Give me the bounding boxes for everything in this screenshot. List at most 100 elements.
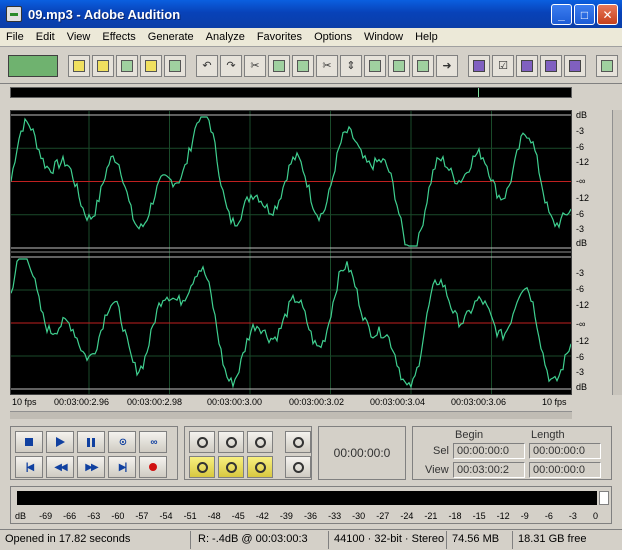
paste-button[interactable] bbox=[292, 54, 314, 77]
db-label: dB bbox=[576, 382, 588, 392]
loop-button[interactable]: ∞ bbox=[139, 431, 167, 453]
horizontal-scrollbar[interactable] bbox=[10, 411, 572, 419]
trim-icon: ⇕ bbox=[346, 60, 356, 72]
menu-bar: File Edit View Effects Generate Analyze … bbox=[0, 28, 622, 47]
open-file-button[interactable] bbox=[92, 54, 114, 77]
menu-file[interactable]: File bbox=[0, 31, 30, 43]
trim-button[interactable]: ⇕ bbox=[340, 54, 362, 77]
undo-button[interactable]: ↶ bbox=[196, 54, 218, 77]
waveform-svg bbox=[11, 111, 571, 394]
view-length-field[interactable]: 00:00:00:0 bbox=[529, 462, 601, 478]
redo-button[interactable]: ↷ bbox=[220, 54, 242, 77]
zoom-in-button[interactable] bbox=[189, 431, 215, 453]
save-selection-button[interactable] bbox=[164, 54, 186, 77]
convert-button[interactable]: ➜ bbox=[436, 54, 458, 77]
menu-favorites[interactable]: Favorites bbox=[251, 31, 308, 43]
zoom-out-vertical-button[interactable] bbox=[285, 456, 311, 478]
envelope-button[interactable] bbox=[468, 54, 490, 77]
zoom-left-button[interactable] bbox=[218, 456, 244, 478]
menu-view[interactable]: View bbox=[61, 31, 97, 43]
cut-button[interactable]: ✂ bbox=[316, 54, 338, 77]
save-button[interactable] bbox=[116, 54, 138, 77]
zoom-right-button[interactable] bbox=[247, 456, 273, 478]
title-bar: 09.mp3 - Adobe Audition _ □ ✕ bbox=[0, 0, 622, 28]
mix-paste-button[interactable] bbox=[364, 54, 386, 77]
clip-indicator[interactable] bbox=[599, 491, 609, 505]
loop-icon: ∞ bbox=[150, 436, 157, 448]
db-label: -3 bbox=[576, 367, 585, 377]
go-to-end-icon: ▶| bbox=[118, 461, 127, 473]
meter-scale: dB -69 -66 -63 -60 -57 -54 -51 -48 -45 -42 -39 -36 -3… bbox=[11, 509, 613, 523]
snap-button[interactable] bbox=[412, 54, 434, 77]
view-label: View bbox=[425, 464, 449, 476]
overview-bar[interactable] bbox=[10, 87, 572, 98]
multitrack-toggle-button[interactable] bbox=[8, 54, 58, 77]
menu-analyze[interactable]: Analyze bbox=[200, 31, 251, 43]
meter-scale-label: -42 bbox=[255, 511, 269, 521]
begin-header: Begin bbox=[455, 429, 484, 441]
repeat-button[interactable]: ✂ bbox=[244, 54, 266, 77]
menu-help[interactable]: Help bbox=[409, 31, 444, 43]
zoom-in-vertical-icon bbox=[292, 436, 304, 448]
zoom-selection-button[interactable] bbox=[189, 456, 215, 478]
zoom-right-icon bbox=[254, 461, 266, 473]
view-begin-field[interactable]: 00:03:00:2 bbox=[453, 462, 525, 478]
menu-edit[interactable]: Edit bbox=[30, 31, 61, 43]
go-to-start-button[interactable]: |◀ bbox=[15, 456, 43, 478]
play-icon bbox=[55, 437, 65, 447]
play-to-end-button[interactable]: ⊙ bbox=[108, 431, 136, 453]
zoom-in-vertical-button[interactable] bbox=[285, 431, 311, 453]
time-ruler: 10 fps 00:03:00:2.96 00:03:00:2.98 00:03… bbox=[10, 396, 572, 410]
fast-forward-button[interactable]: ▶▶ bbox=[77, 456, 105, 478]
window-title: 09.mp3 - Adobe Audition bbox=[28, 6, 181, 22]
minimize-button[interactable]: _ bbox=[551, 4, 572, 25]
meter-scale-label: -54 bbox=[159, 511, 173, 521]
app-icon[interactable] bbox=[6, 6, 22, 22]
convert-icon: ➜ bbox=[442, 60, 452, 72]
panels-icon bbox=[569, 59, 581, 72]
grid-view-button[interactable] bbox=[516, 54, 538, 77]
folder-icon bbox=[97, 59, 109, 72]
window-button[interactable] bbox=[596, 54, 618, 77]
rewind-button[interactable]: ◀◀ bbox=[46, 456, 74, 478]
level-meter-bar bbox=[17, 491, 597, 505]
maximize-button[interactable]: □ bbox=[574, 4, 595, 25]
meter-scale-label: -69 bbox=[39, 511, 53, 521]
pause-button[interactable] bbox=[77, 431, 105, 453]
meter-scale-label: -60 bbox=[111, 511, 125, 521]
waveform-display[interactable] bbox=[10, 110, 572, 395]
meter-scale-label: -33 bbox=[328, 511, 342, 521]
go-to-end-button[interactable]: ▶| bbox=[108, 456, 136, 478]
menu-window[interactable]: Window bbox=[358, 31, 409, 43]
db-label: -∞ bbox=[576, 176, 586, 186]
vertical-scrollbar[interactable] bbox=[612, 110, 622, 395]
time-display: 00:00:00:0 bbox=[318, 426, 406, 480]
new-file-button[interactable] bbox=[68, 54, 90, 77]
zoom-controls bbox=[184, 426, 312, 480]
checkbox-tool-button[interactable]: ☑ bbox=[492, 54, 514, 77]
window-icon bbox=[601, 59, 613, 72]
record-button[interactable] bbox=[139, 456, 167, 478]
save-as-button[interactable] bbox=[140, 54, 162, 77]
db-label: -6 bbox=[576, 142, 585, 152]
close-button[interactable]: ✕ bbox=[597, 4, 618, 25]
menu-generate[interactable]: Generate bbox=[142, 31, 200, 43]
spectral-view-button[interactable] bbox=[540, 54, 562, 77]
selection-view-panel: Begin Length Sel View 00:00:00:0 00:00:0… bbox=[412, 426, 612, 480]
panels-button[interactable] bbox=[564, 54, 586, 77]
sel-begin-field[interactable]: 00:00:00:0 bbox=[453, 443, 525, 459]
meter-scale-label: -12 bbox=[496, 511, 510, 521]
status-format: 44100 · 32-bit · Stereo bbox=[334, 533, 445, 545]
copy-button[interactable] bbox=[268, 54, 290, 77]
play-button[interactable] bbox=[46, 431, 74, 453]
zoom-full-icon bbox=[254, 436, 266, 448]
menu-effects[interactable]: Effects bbox=[96, 31, 141, 43]
rewind-icon: ◀◀ bbox=[54, 461, 67, 473]
menu-options[interactable]: Options bbox=[308, 31, 358, 43]
db-label: -12 bbox=[576, 336, 590, 346]
sel-length-field[interactable]: 00:00:00:0 bbox=[529, 443, 601, 459]
paste-new-button[interactable] bbox=[388, 54, 410, 77]
stop-button[interactable] bbox=[15, 431, 43, 453]
zoom-full-button[interactable] bbox=[247, 431, 273, 453]
zoom-out-button[interactable] bbox=[218, 431, 244, 453]
